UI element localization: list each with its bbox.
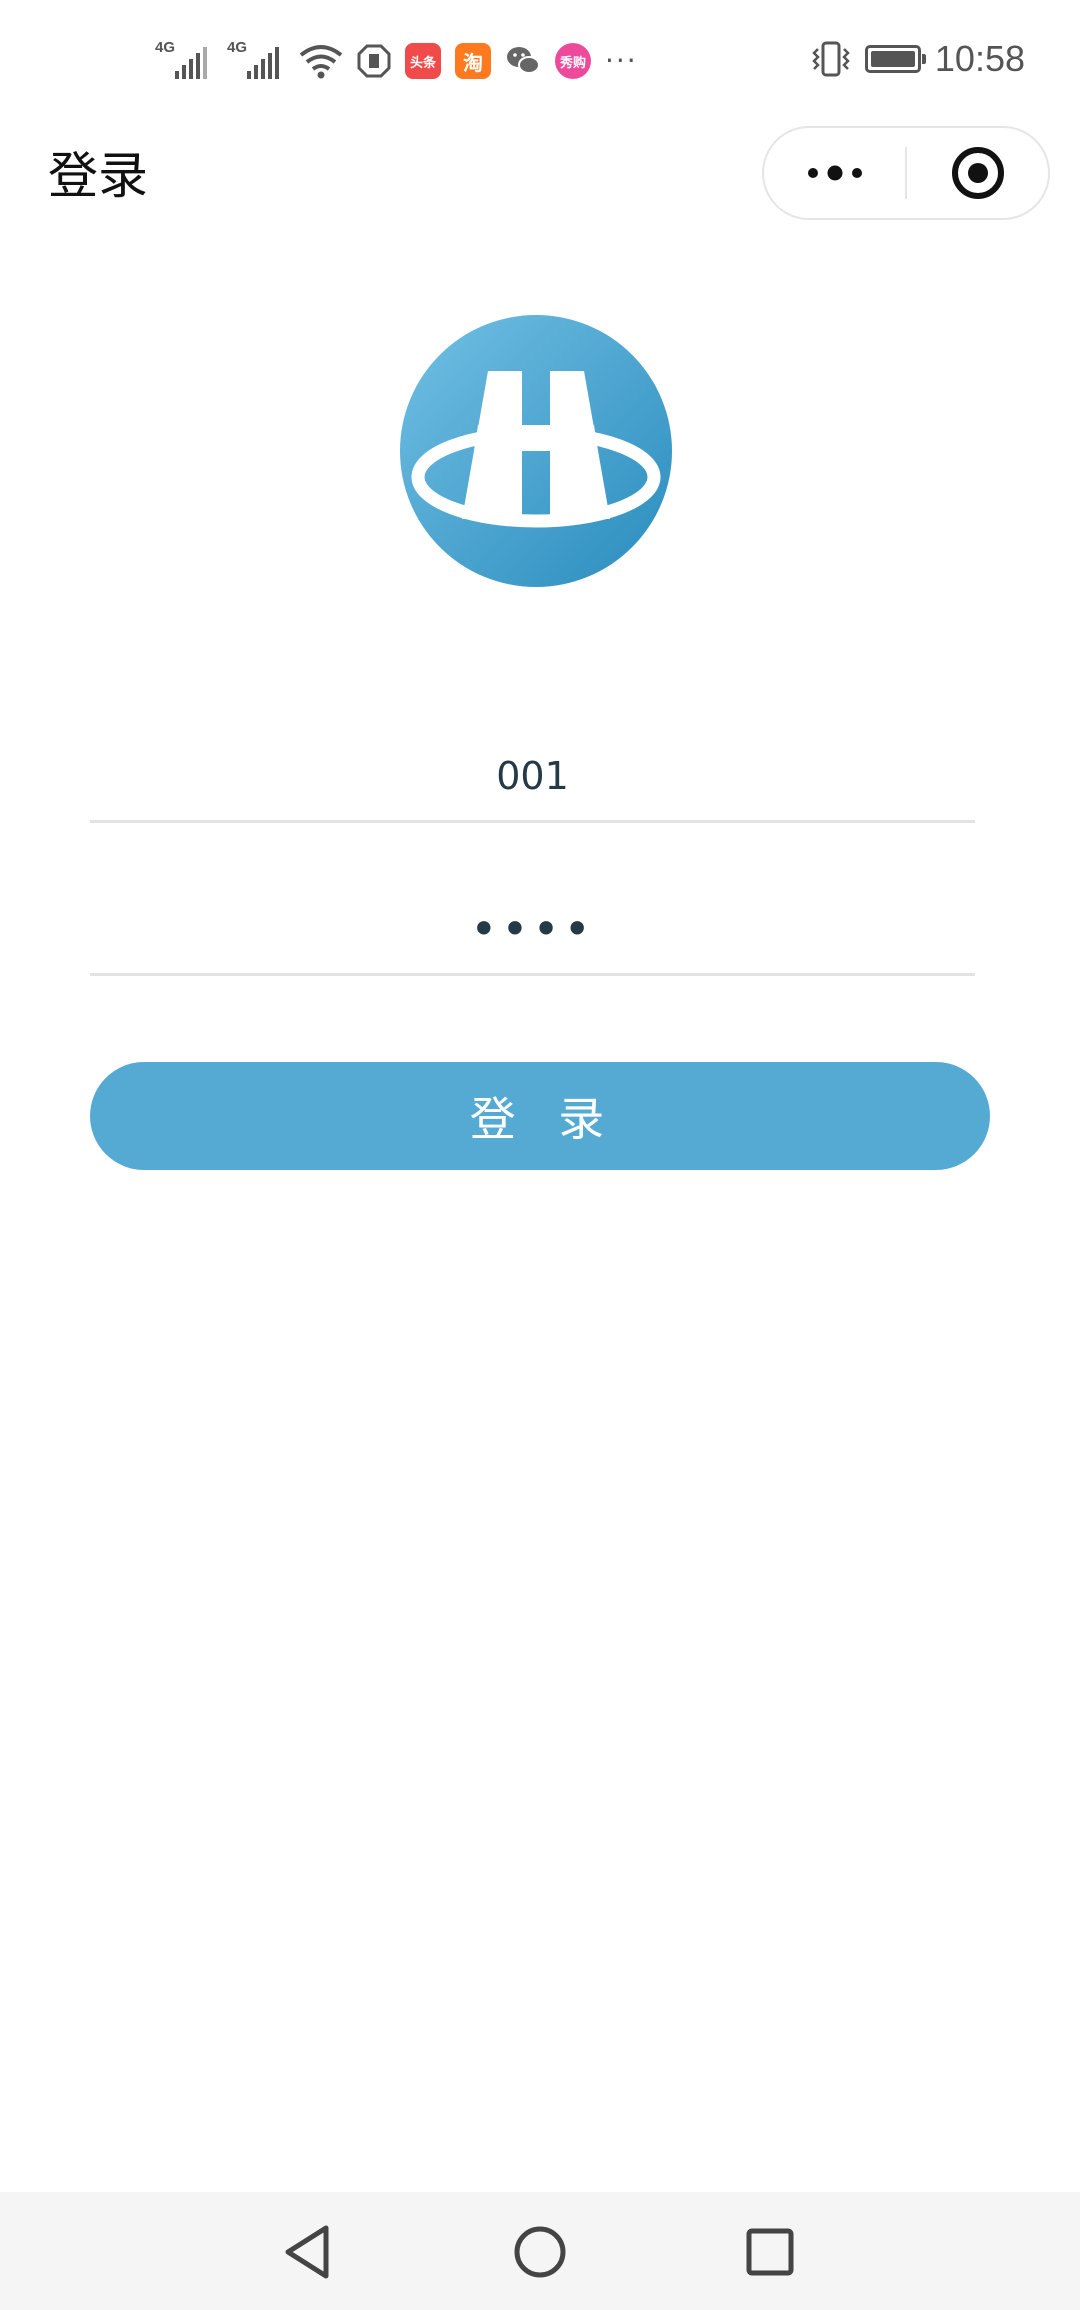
login-page: 4G 4G 头条 淘 秀购 ··· 10:58 登录 001 登 录 xyxy=(0,0,1080,2310)
wifi-icon xyxy=(299,45,343,79)
home-button[interactable] xyxy=(500,2212,580,2292)
wechat-icon xyxy=(507,47,540,74)
status-icons-left: 4G 4G 头条 淘 秀购 ··· xyxy=(155,36,638,86)
target-close-icon xyxy=(951,147,1004,199)
shield-app-icon xyxy=(357,44,391,78)
username-field-container xyxy=(90,713,975,823)
password-input[interactable] xyxy=(90,866,975,973)
highway-logo-icon xyxy=(400,315,672,587)
recents-button[interactable] xyxy=(730,2212,810,2292)
status-time: 10:58 xyxy=(934,38,1025,79)
home-circle-icon xyxy=(514,2226,566,2278)
back-triangle-icon xyxy=(285,2225,329,2279)
cell-signal-1-icon: 4G xyxy=(155,39,213,83)
cell-signal-2-icon: 4G xyxy=(227,39,285,83)
network-type-label: 4G xyxy=(155,39,176,56)
more-notifications-icon: ··· xyxy=(605,44,638,77)
status-icons-right: 10:58 xyxy=(811,38,1025,80)
network-type-label: 4G xyxy=(227,39,248,56)
close-mini-program-button[interactable] xyxy=(907,128,1048,218)
page-title: 登录 xyxy=(48,147,148,205)
password-field-container xyxy=(90,866,975,976)
system-navigation-bar xyxy=(0,2192,1080,2310)
more-dots-icon xyxy=(807,165,862,181)
mini-program-capsule xyxy=(762,126,1050,220)
xiuchang-icon: 秀购 xyxy=(555,43,591,79)
recents-square-icon xyxy=(746,2228,794,2276)
username-input[interactable] xyxy=(90,713,975,820)
taobao-icon: 淘 xyxy=(455,43,491,79)
login-button[interactable]: 登 录 xyxy=(90,1062,990,1170)
back-button[interactable] xyxy=(268,2212,348,2292)
toutiao-icon: 头条 xyxy=(405,43,441,79)
more-menu-button[interactable] xyxy=(764,128,905,218)
status-bar: 4G 4G 头条 淘 秀购 ··· 10:58 xyxy=(0,0,1080,118)
vibrate-icon xyxy=(812,41,850,77)
battery-icon xyxy=(864,45,926,73)
navigation-bar: 登录 xyxy=(0,118,1080,236)
